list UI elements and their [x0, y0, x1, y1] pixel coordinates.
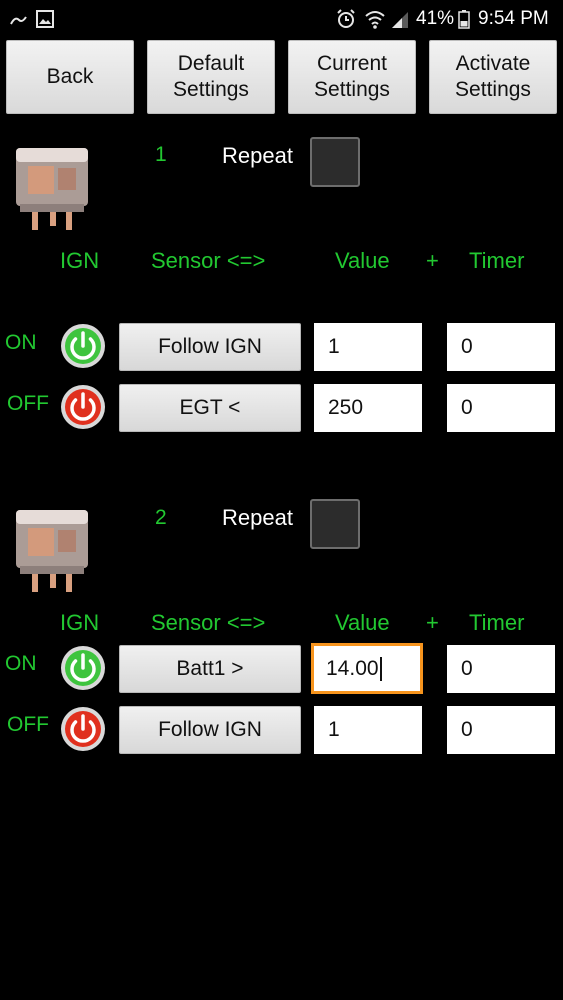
back-button[interactable]: Back [6, 40, 134, 114]
sensor-select-button[interactable]: Follow IGN [119, 323, 301, 371]
wifi-icon [364, 8, 386, 35]
repeat-label: Repeat [222, 143, 293, 168]
header-value: Value [335, 610, 390, 635]
timer-input[interactable]: 0 [447, 706, 555, 754]
clock: 9:54 PM [478, 8, 549, 29]
repeat-checkbox[interactable] [310, 499, 360, 549]
timer-text: 0 [461, 335, 473, 358]
battery-percent: 41% [416, 8, 455, 29]
value-text: 14.00 [326, 656, 379, 680]
current-settings-button[interactable]: Current Settings [288, 40, 416, 114]
header-ign: IGN [60, 610, 100, 635]
repeat-label: Repeat [222, 505, 293, 530]
repeat-checkbox[interactable] [310, 137, 360, 187]
image-icon [36, 10, 54, 33]
relay-number: 2 [155, 506, 167, 529]
sensor-select-button[interactable]: Follow IGN [119, 706, 301, 754]
sensor-select-button[interactable]: Batt1 > [119, 645, 301, 693]
value-input[interactable]: 250 [314, 384, 422, 432]
header-sensor: Sensor <=> [151, 610, 266, 635]
relay-image [10, 142, 94, 232]
header-value: Value [335, 248, 390, 273]
power-on-icon[interactable] [59, 322, 107, 370]
on-label: ON [5, 652, 37, 675]
activate-settings-button[interactable]: Activate Settings [429, 40, 557, 114]
power-off-icon[interactable] [59, 705, 107, 753]
alarm-icon [336, 9, 356, 34]
off-label: OFF [7, 713, 49, 736]
timer-input[interactable]: 0 [447, 645, 555, 693]
power-off-icon[interactable] [59, 383, 107, 431]
header-sensor: Sensor <=> [151, 248, 266, 273]
value-input[interactable]: 1 [314, 706, 422, 754]
battery-icon [458, 9, 470, 34]
value-input[interactable]: 1 [314, 323, 422, 371]
back-button-label: Back [46, 65, 94, 88]
timer-text: 0 [461, 657, 473, 680]
timer-input[interactable]: 0 [447, 384, 555, 432]
signal-icon [390, 9, 410, 34]
power-on-icon[interactable] [59, 644, 107, 692]
text-cursor [379, 656, 382, 681]
off-label: OFF [7, 392, 49, 415]
header-plus: + [426, 610, 439, 635]
header-plus: + [426, 248, 439, 273]
timer-text: 0 [461, 396, 473, 419]
header-ign: IGN [60, 248, 100, 273]
value-text: 250 [328, 396, 364, 419]
sensor-label: EGT < [179, 396, 241, 419]
current-settings-label: Current Settings [314, 52, 390, 101]
value-input[interactable]: 14.00 [311, 643, 423, 694]
timer-text: 0 [461, 718, 473, 741]
default-settings-label: Default Settings [173, 52, 249, 101]
sensor-label: Follow IGN [158, 718, 262, 741]
value-text: 1 [328, 335, 340, 358]
value-text: 1 [328, 718, 340, 741]
timer-input[interactable]: 0 [447, 323, 555, 371]
relay-number: 1 [155, 143, 167, 166]
header-timer: Timer [469, 248, 525, 273]
relay-image [10, 504, 94, 594]
sensor-label: Batt1 > [176, 657, 244, 680]
sensor-label: Follow IGN [158, 335, 262, 358]
on-label: ON [5, 331, 37, 354]
status-bar: 41% 9:54 PM [0, 0, 563, 38]
activate-settings-label: Activate Settings [455, 52, 531, 101]
sensor-select-button[interactable]: EGT < [119, 384, 301, 432]
default-settings-button[interactable]: Default Settings [147, 40, 275, 114]
header-timer: Timer [469, 610, 525, 635]
